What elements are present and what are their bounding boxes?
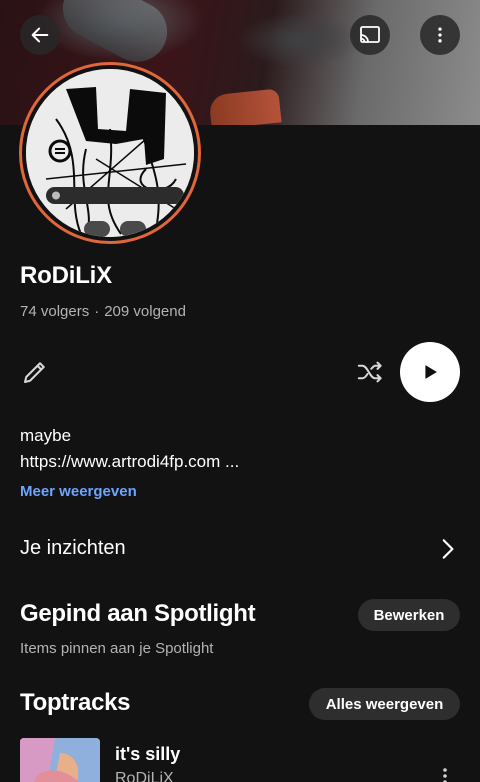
profile-bio: maybe https://www.artrodi4fp.com ... <box>20 423 239 475</box>
bio-link[interactable]: https://www.artrodi4fp.com ... <box>20 449 239 475</box>
separator-dot: · <box>94 303 100 320</box>
banner-graphic-accent <box>208 88 282 125</box>
cast-button[interactable] <box>350 15 390 55</box>
chevron-right-icon[interactable] <box>434 536 460 562</box>
bio-text: maybe <box>20 426 72 445</box>
spotlight-edit-button[interactable]: Bewerken <box>358 599 460 631</box>
followers-count[interactable]: 74 volgers <box>20 303 89 320</box>
spotlight-subtitle: Items pinnen aan je Spotlight <box>20 640 214 657</box>
insights-row[interactable]: Je inzichten <box>20 537 126 560</box>
track-title[interactable]: it's silly <box>115 744 180 765</box>
play-button[interactable] <box>400 342 460 402</box>
track-artwork[interactable] <box>20 738 100 782</box>
arrow-left-icon <box>31 27 49 43</box>
avatar-ring[interactable] <box>19 62 201 244</box>
edit-profile-button[interactable] <box>20 357 50 387</box>
spotlight-title: Gepind aan Spotlight <box>20 600 256 627</box>
avatar[interactable] <box>26 69 194 237</box>
more-options-button[interactable] <box>420 15 460 55</box>
more-vertical-icon <box>438 27 442 43</box>
following-count[interactable]: 209 volgend <box>104 303 186 320</box>
track-artist: RoDiLiX <box>115 770 174 782</box>
top-tracks-title: Toptracks <box>20 689 131 716</box>
track-artwork-image <box>20 738 100 782</box>
avatar-artwork <box>26 69 194 237</box>
play-icon <box>425 365 437 379</box>
shuffle-icon <box>357 361 382 383</box>
show-all-button[interactable]: Alles weergeven <box>309 688 460 720</box>
shuffle-button[interactable] <box>355 357 385 387</box>
profile-name: RoDiLiX <box>20 262 112 289</box>
more-vertical-icon[interactable] <box>440 766 450 782</box>
follower-stats: 74 volgers · 209 volgend <box>20 303 186 320</box>
back-button[interactable] <box>20 15 60 55</box>
show-more-link[interactable]: Meer weergeven <box>20 483 137 500</box>
cast-icon <box>360 26 380 43</box>
pencil-icon <box>24 362 45 383</box>
